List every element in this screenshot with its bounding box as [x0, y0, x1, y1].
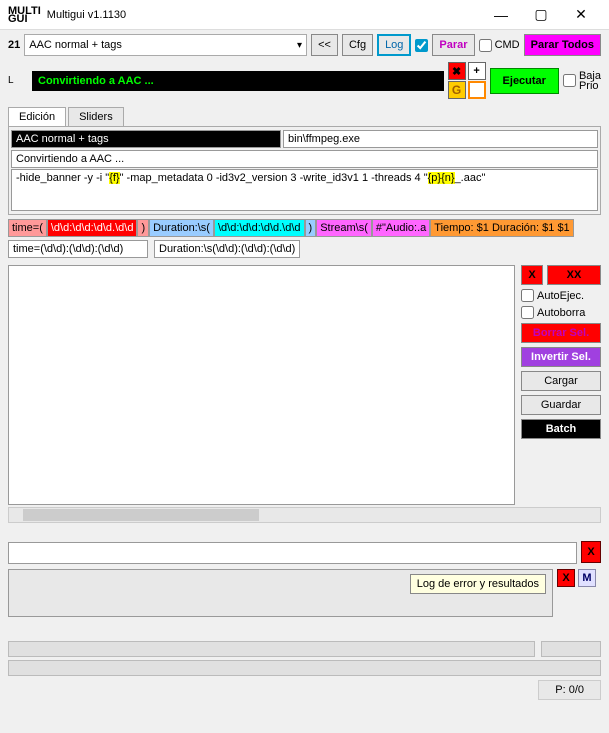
chevron-down-icon: ▾: [297, 40, 302, 51]
exe-field[interactable]: bin\ffmpeg.exe: [283, 130, 598, 148]
cmd-checkbox[interactable]: CMD: [479, 39, 520, 52]
parar-button[interactable]: Parar: [432, 34, 474, 56]
add-button[interactable]: +: [468, 62, 486, 80]
cargar-button[interactable]: Cargar: [521, 371, 601, 391]
log-button[interactable]: Log: [377, 34, 411, 56]
close-button[interactable]: ✕: [561, 0, 601, 30]
progress-bar-3: [8, 660, 601, 676]
back-button[interactable]: <<: [311, 34, 338, 56]
log-checkbox[interactable]: [415, 39, 428, 52]
minimize-button[interactable]: —: [481, 0, 521, 30]
log-output[interactable]: Log de error y resultados: [8, 569, 553, 617]
invertir-sel-button[interactable]: Invertir Sel.: [521, 347, 601, 367]
progress-bar-1: [8, 641, 535, 657]
guardar-button[interactable]: Guardar: [521, 395, 601, 415]
duration-regex-field[interactable]: Duration:\s(\d\d):(\d\d):(\d\d): [154, 240, 300, 258]
title-bar: MULTIGUI Multigui v1.1130 — ▢ ✕: [0, 0, 609, 30]
tab-edicion[interactable]: Edición: [8, 107, 66, 126]
preset-combo-value: AAC normal + tags: [29, 39, 122, 51]
file-list[interactable]: [8, 265, 515, 505]
list-h-scrollbar[interactable]: [8, 507, 601, 523]
remove-button[interactable]: ✖: [448, 62, 466, 80]
baja-prio-checkbox[interactable]: BajaPrio: [563, 71, 601, 91]
log-tooltip: Log de error y resultados: [410, 574, 546, 594]
g-button[interactable]: G: [448, 81, 466, 99]
progress-bar-2: [541, 641, 601, 657]
m-button[interactable]: M: [578, 569, 596, 587]
l-label: L: [8, 75, 28, 86]
autoejec-checkbox[interactable]: AutoEjec.: [521, 289, 601, 302]
parar-todos-button[interactable]: Parar Todos: [524, 34, 601, 56]
status-field[interactable]: Convirtiendo a AAC ...: [11, 150, 598, 168]
preset-name-field[interactable]: AAC normal + tags: [11, 130, 281, 148]
orange-toggle[interactable]: [468, 81, 486, 99]
ejecutar-button[interactable]: Ejecutar: [490, 68, 559, 94]
delete-one-button[interactable]: X: [521, 265, 543, 285]
edit-panel: AAC normal + tags bin\ffmpeg.exe Convirt…: [8, 126, 601, 215]
command-line-field[interactable]: -hide_banner -y -i "{f}" -map_metadata 0…: [11, 169, 598, 211]
preset-count: 21: [8, 39, 20, 51]
maximize-button[interactable]: ▢: [521, 0, 561, 30]
app-logo: MULTIGUI: [8, 7, 41, 23]
cfg-button[interactable]: Cfg: [342, 34, 373, 56]
bottom-input[interactable]: [8, 542, 577, 564]
status-bar: Convirtiendo a AAC ...: [32, 71, 444, 91]
tab-sliders[interactable]: Sliders: [68, 107, 124, 126]
clear-log-button[interactable]: X: [557, 569, 575, 587]
regex-display-row: time=(\d\d:\d\d:\d\d.\d\d) Duration:\s(\…: [8, 219, 601, 237]
page-count: P: 0/0: [538, 680, 601, 700]
window-title: Multigui v1.1130: [47, 9, 481, 21]
autoborra-checkbox[interactable]: Autoborra: [521, 306, 601, 319]
clear-input-button[interactable]: X: [581, 541, 601, 563]
borrar-sel-button[interactable]: Borrar Sel.: [521, 323, 601, 343]
delete-all-button[interactable]: XX: [547, 265, 601, 285]
time-regex-field[interactable]: time=(\d\d):(\d\d):(\d\d): [8, 240, 148, 258]
preset-combo[interactable]: AAC normal + tags ▾: [24, 34, 307, 56]
batch-button[interactable]: Batch: [521, 419, 601, 439]
